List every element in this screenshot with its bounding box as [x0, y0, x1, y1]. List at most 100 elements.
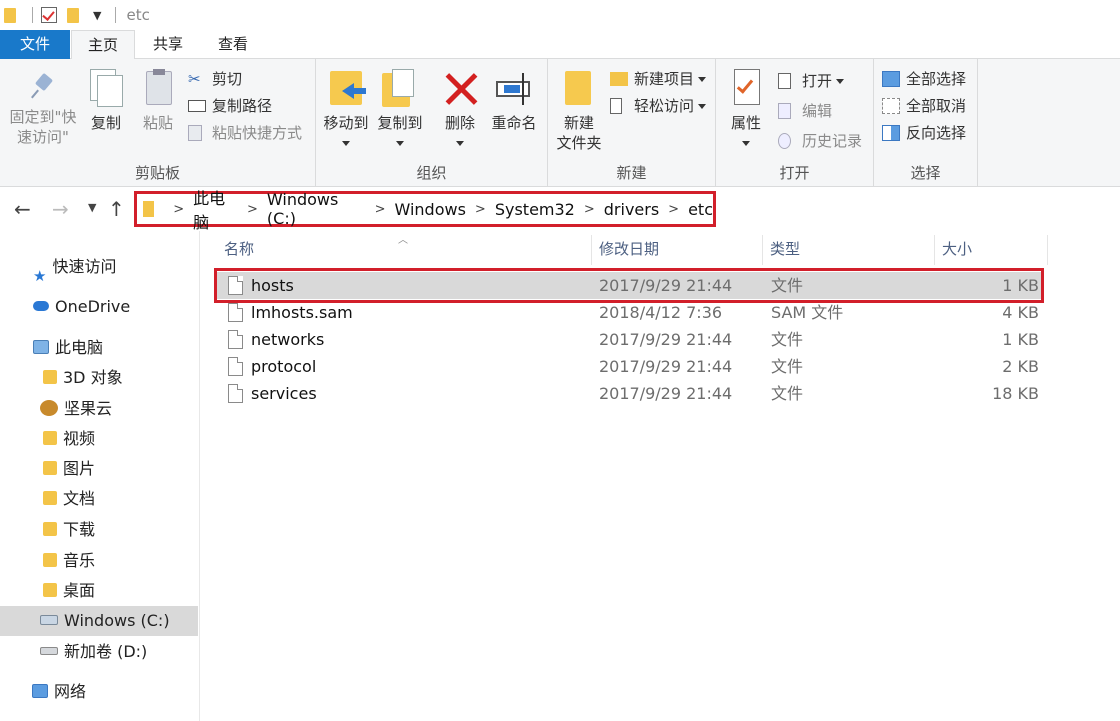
file-row-networks[interactable]: networks 2017/9/29 21:44 文件 1 KB [215, 326, 1043, 353]
recent-locations-chevron-icon[interactable]: ▼ [88, 201, 96, 214]
forward-arrow-icon[interactable]: → [52, 197, 69, 221]
edit-label: 编辑 [802, 102, 833, 120]
organize-group: 移动到 复制到 删除 重命名 组织 [316, 59, 548, 187]
open-button[interactable]: 打开 [778, 69, 845, 93]
breadcrumb-drivers[interactable]: drivers [604, 200, 659, 219]
sidebar-item-label: 坚果云 [64, 399, 113, 418]
sidebar-item-this-pc[interactable]: 此电脑 [0, 333, 198, 363]
breadcrumb-chevron-icon[interactable]: > [668, 202, 679, 217]
copy-path-button[interactable]: 复制路径 [188, 94, 272, 118]
invert-selection-button[interactable]: 反向选择 [882, 121, 966, 145]
delete-button[interactable]: 删除 [438, 65, 482, 153]
file-icon [228, 384, 243, 403]
breadcrumb-windows-c[interactable]: Windows (C:) [267, 190, 366, 228]
up-arrow-icon[interactable]: ↑ [108, 197, 125, 221]
sidebar-item-quick-access[interactable]: ★ 快速访问 [0, 252, 198, 285]
column-divider[interactable] [1047, 235, 1048, 265]
rename-label: 重命名 [491, 114, 537, 132]
sidebar-item-videos[interactable]: 视频 [0, 424, 198, 454]
sidebar-item-windows-c[interactable]: Windows (C:) [0, 606, 198, 636]
breadcrumb-chevron-icon[interactable]: > [475, 202, 486, 217]
3d-objects-icon [43, 369, 57, 384]
copy-label: 复制 [90, 114, 121, 132]
divider [32, 7, 33, 23]
copy-button[interactable]: 复制 [84, 65, 128, 133]
properties-button[interactable]: 属性 [722, 65, 770, 153]
new-item-button[interactable]: 新建项目 [610, 67, 707, 91]
file-row-protocol[interactable]: protocol 2017/9/29 21:44 文件 2 KB [215, 353, 1043, 380]
computer-icon [33, 339, 49, 354]
sidebar-item-3d-objects[interactable]: 3D 对象 [0, 363, 198, 393]
breadcrumb-this-pc[interactable]: 此电脑 [193, 185, 238, 233]
column-header-name[interactable]: 名称 [224, 235, 254, 263]
cut-button[interactable]: ✂ 剪切 [188, 67, 242, 91]
nut-icon [40, 399, 58, 416]
copy-to-button[interactable]: 复制到 [374, 65, 426, 153]
breadcrumb-chevron-icon[interactable]: > [173, 202, 184, 217]
new-folder-label-line2: 文件夹 [556, 134, 602, 152]
new-item-icon [610, 72, 628, 86]
sort-ascending-chevron-icon: ︿ [398, 235, 408, 246]
easy-access-button[interactable]: 轻松访问 [610, 94, 707, 118]
column-divider[interactable] [934, 235, 935, 265]
move-to-button[interactable]: 移动到 [320, 65, 372, 153]
tab-share[interactable]: 共享 [140, 30, 196, 59]
column-divider[interactable] [591, 235, 592, 265]
tab-view[interactable]: 查看 [205, 30, 261, 59]
sidebar-item-pictures[interactable]: 图片 [0, 454, 198, 484]
paste-shortcut-icon [188, 125, 202, 141]
sidebar-item-label: 网络 [54, 682, 87, 701]
new-group-label: 新建 [616, 164, 647, 182]
breadcrumb-chevron-icon[interactable]: > [375, 202, 386, 217]
column-header-date[interactable]: 修改日期 [599, 235, 659, 263]
history-button[interactable]: 历史记录 [778, 129, 862, 153]
file-type: 文件 [771, 330, 804, 349]
chevron-down-icon [456, 141, 464, 146]
sidebar-item-documents[interactable]: 文档 [0, 484, 198, 514]
clipboard-group: 固定到"快 速访问" 复制 粘贴 ✂ 剪切 复制路径 粘贴快捷方式 剪贴板 [0, 59, 316, 187]
breadcrumb-system32[interactable]: System32 [495, 200, 575, 219]
breadcrumb-chevron-icon[interactable]: > [247, 202, 258, 217]
breadcrumb-chevron-icon[interactable]: > [584, 202, 595, 217]
cut-label: 剪切 [212, 70, 243, 88]
customize-toolbar-chevron-icon[interactable]: ▼ [93, 9, 101, 22]
sidebar-item-onedrive[interactable]: OneDrive [0, 292, 198, 322]
pin-to-quick-access-button[interactable]: 固定到"快 速访问" [4, 65, 82, 147]
folder-icon [561, 69, 597, 109]
sidebar-item-music[interactable]: 音乐 [0, 546, 198, 576]
back-arrow-icon[interactable]: ← [14, 197, 31, 221]
sidebar-item-jianguoyun[interactable]: 坚果云 [0, 394, 198, 424]
new-folder-button[interactable]: 新建 文件夹 [552, 65, 606, 153]
new-folder-icon[interactable] [67, 7, 79, 23]
sidebar-item-new-volume-d[interactable]: 新加卷 (D:) [0, 637, 198, 667]
tab-file[interactable]: 文件 [0, 30, 70, 59]
sidebar-item-network[interactable]: 网络 [0, 677, 198, 707]
select-none-button[interactable]: 全部取消 [882, 94, 966, 118]
paste-button[interactable]: 粘贴 [136, 65, 180, 133]
drive-icon [40, 646, 58, 655]
sidebar-item-desktop[interactable]: 桌面 [0, 576, 198, 606]
file-row-services[interactable]: services 2017/9/29 21:44 文件 18 KB [215, 380, 1043, 407]
column-header-type[interactable]: 类型 [770, 235, 800, 263]
ribbon-tabs: 文件 主页 共享 查看 [0, 30, 1120, 60]
address-bar[interactable]: > 此电脑 > Windows (C:) > Windows > System3… [134, 189, 716, 232]
sidebar-item-downloads[interactable]: 下载 [0, 515, 198, 545]
file-row-hosts[interactable]: hosts 2017/9/29 21:44 文件 1 KB [215, 272, 1043, 299]
properties-check-icon[interactable] [41, 7, 57, 23]
column-header-size[interactable]: 大小 [942, 235, 972, 263]
open-group: 属性 打开 编辑 历史记录 打开 [716, 59, 874, 187]
clipboard-group-label: 剪贴板 [134, 164, 180, 182]
breadcrumb-windows[interactable]: Windows [395, 200, 466, 219]
navigation-bar: ← → ▼ ↑ > 此电脑 > Windows (C:) > Windows >… [0, 187, 1120, 232]
file-row-lmhosts[interactable]: lmhosts.sam 2018/4/12 7:36 SAM 文件 4 KB [215, 299, 1043, 326]
sidebar-item-label: 下载 [63, 520, 96, 539]
breadcrumb-etc[interactable]: etc [688, 200, 713, 219]
tab-home[interactable]: 主页 [71, 30, 135, 60]
pin-icon [30, 73, 56, 99]
rename-button[interactable]: 重命名 [486, 65, 542, 133]
select-all-button[interactable]: 全部选择 [882, 67, 966, 91]
column-divider[interactable] [762, 235, 763, 265]
edit-button[interactable]: 编辑 [778, 99, 832, 123]
paste-shortcut-button[interactable]: 粘贴快捷方式 [188, 121, 302, 145]
sidebar-item-label: 此电脑 [55, 338, 104, 357]
